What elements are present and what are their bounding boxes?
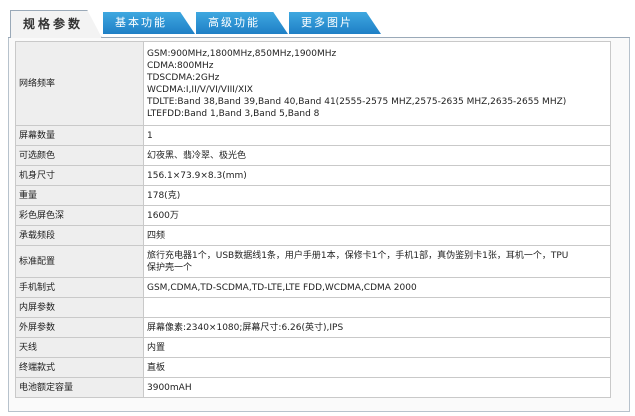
- spec-value-line: 保护壳一个: [147, 262, 193, 273]
- spec-value: 四频: [143, 225, 611, 246]
- table-row: 重量 178(克): [15, 185, 611, 206]
- spec-label: 手机制式: [15, 277, 144, 298]
- spec-value: 旅行充电器1个，USB数据线1条，用户手册1本，保修卡1个，手机1部，真伪鉴别卡…: [143, 245, 611, 278]
- spec-value-line: TDSCDMA:2GHz: [147, 72, 220, 83]
- spec-value-line: 旅行充电器1个，USB数据线1条，用户手册1本，保修卡1个，手机1部，真伪鉴别卡…: [147, 250, 569, 261]
- tab-more-images[interactable]: 更多图片: [289, 12, 381, 34]
- table-row: 彩色屏色深 1600万: [15, 205, 611, 226]
- tab-bar: 规格参数 基本功能 高级功能 更多图片: [8, 8, 630, 38]
- spec-value-line: TDLTE:Band 38,Band 39,Band 40,Band 41(25…: [147, 96, 567, 107]
- spec-label: 彩色屏色深: [15, 205, 144, 226]
- spec-value-line: LTEFDD:Band 1,Band 3,Band 5,Band 8: [147, 108, 320, 119]
- table-row: 网络频率 GSM:900MHz,1800MHz,850MHz,1900MHz C…: [15, 41, 611, 126]
- table-row: 内屏参数: [15, 297, 611, 318]
- table-row: 机身尺寸 156.1×73.9×8.3(mm): [15, 165, 611, 186]
- specs-table: 网络频率 GSM:900MHz,1800MHz,850MHz,1900MHz C…: [15, 41, 611, 398]
- spec-label: 外屏参数: [15, 317, 144, 338]
- spec-label: 重量: [15, 185, 144, 206]
- spec-value: 幻夜黑、翡冷翠、极光色: [143, 145, 611, 166]
- spec-value: 屏幕像素:2340×1080;屏幕尺寸:6.26(英寸),IPS: [143, 317, 611, 338]
- tab-advanced-features[interactable]: 高级功能: [196, 12, 288, 34]
- tab-specs[interactable]: 规格参数: [10, 10, 102, 38]
- spec-value: 3900mAH: [143, 377, 611, 398]
- spec-value: 156.1×73.9×8.3(mm): [143, 165, 611, 186]
- spec-value-line: WCDMA:I,II/V/VI/VIII/XIX: [147, 84, 253, 95]
- spec-label: 屏幕数量: [15, 125, 144, 146]
- spec-value: 1: [143, 125, 611, 146]
- spec-value: 1600万: [143, 205, 611, 226]
- spec-label: 网络频率: [15, 41, 144, 126]
- spec-value: GSM,CDMA,TD-SCDMA,TD-LTE,LTE FDD,WCDMA,C…: [143, 277, 611, 298]
- table-row: 天线 内置: [15, 337, 611, 358]
- table-row: 外屏参数 屏幕像素:2340×1080;屏幕尺寸:6.26(英寸),IPS: [15, 317, 611, 338]
- table-row: 终端款式 直板: [15, 357, 611, 378]
- table-row: 手机制式 GSM,CDMA,TD-SCDMA,TD-LTE,LTE FDD,WC…: [15, 277, 611, 298]
- tab-basic-features[interactable]: 基本功能: [103, 12, 195, 34]
- table-row: 承载频段 四频: [15, 225, 611, 246]
- spec-label: 标准配置: [15, 245, 144, 278]
- specs-panel: 网络频率 GSM:900MHz,1800MHz,850MHz,1900MHz C…: [8, 38, 630, 412]
- spec-value: 直板: [143, 357, 611, 378]
- spec-label: 机身尺寸: [15, 165, 144, 186]
- spec-value-line: CDMA:800MHz: [147, 60, 214, 71]
- spec-label: 终端款式: [15, 357, 144, 378]
- spec-label: 电池额定容量: [15, 377, 144, 398]
- spec-label: 承载频段: [15, 225, 144, 246]
- spec-value: GSM:900MHz,1800MHz,850MHz,1900MHz CDMA:8…: [143, 41, 611, 126]
- spec-value-line: GSM:900MHz,1800MHz,850MHz,1900MHz: [147, 48, 337, 59]
- spec-value: 内置: [143, 337, 611, 358]
- spec-value: [143, 297, 611, 318]
- table-row: 电池额定容量 3900mAH: [15, 377, 611, 398]
- spec-label: 天线: [15, 337, 144, 358]
- table-row: 可选颜色 幻夜黑、翡冷翠、极光色: [15, 145, 611, 166]
- spec-label: 内屏参数: [15, 297, 144, 318]
- table-row: 屏幕数量 1: [15, 125, 611, 146]
- spec-value: 178(克): [143, 185, 611, 206]
- spec-label: 可选颜色: [15, 145, 144, 166]
- table-row: 标准配置 旅行充电器1个，USB数据线1条，用户手册1本，保修卡1个，手机1部，…: [15, 245, 611, 278]
